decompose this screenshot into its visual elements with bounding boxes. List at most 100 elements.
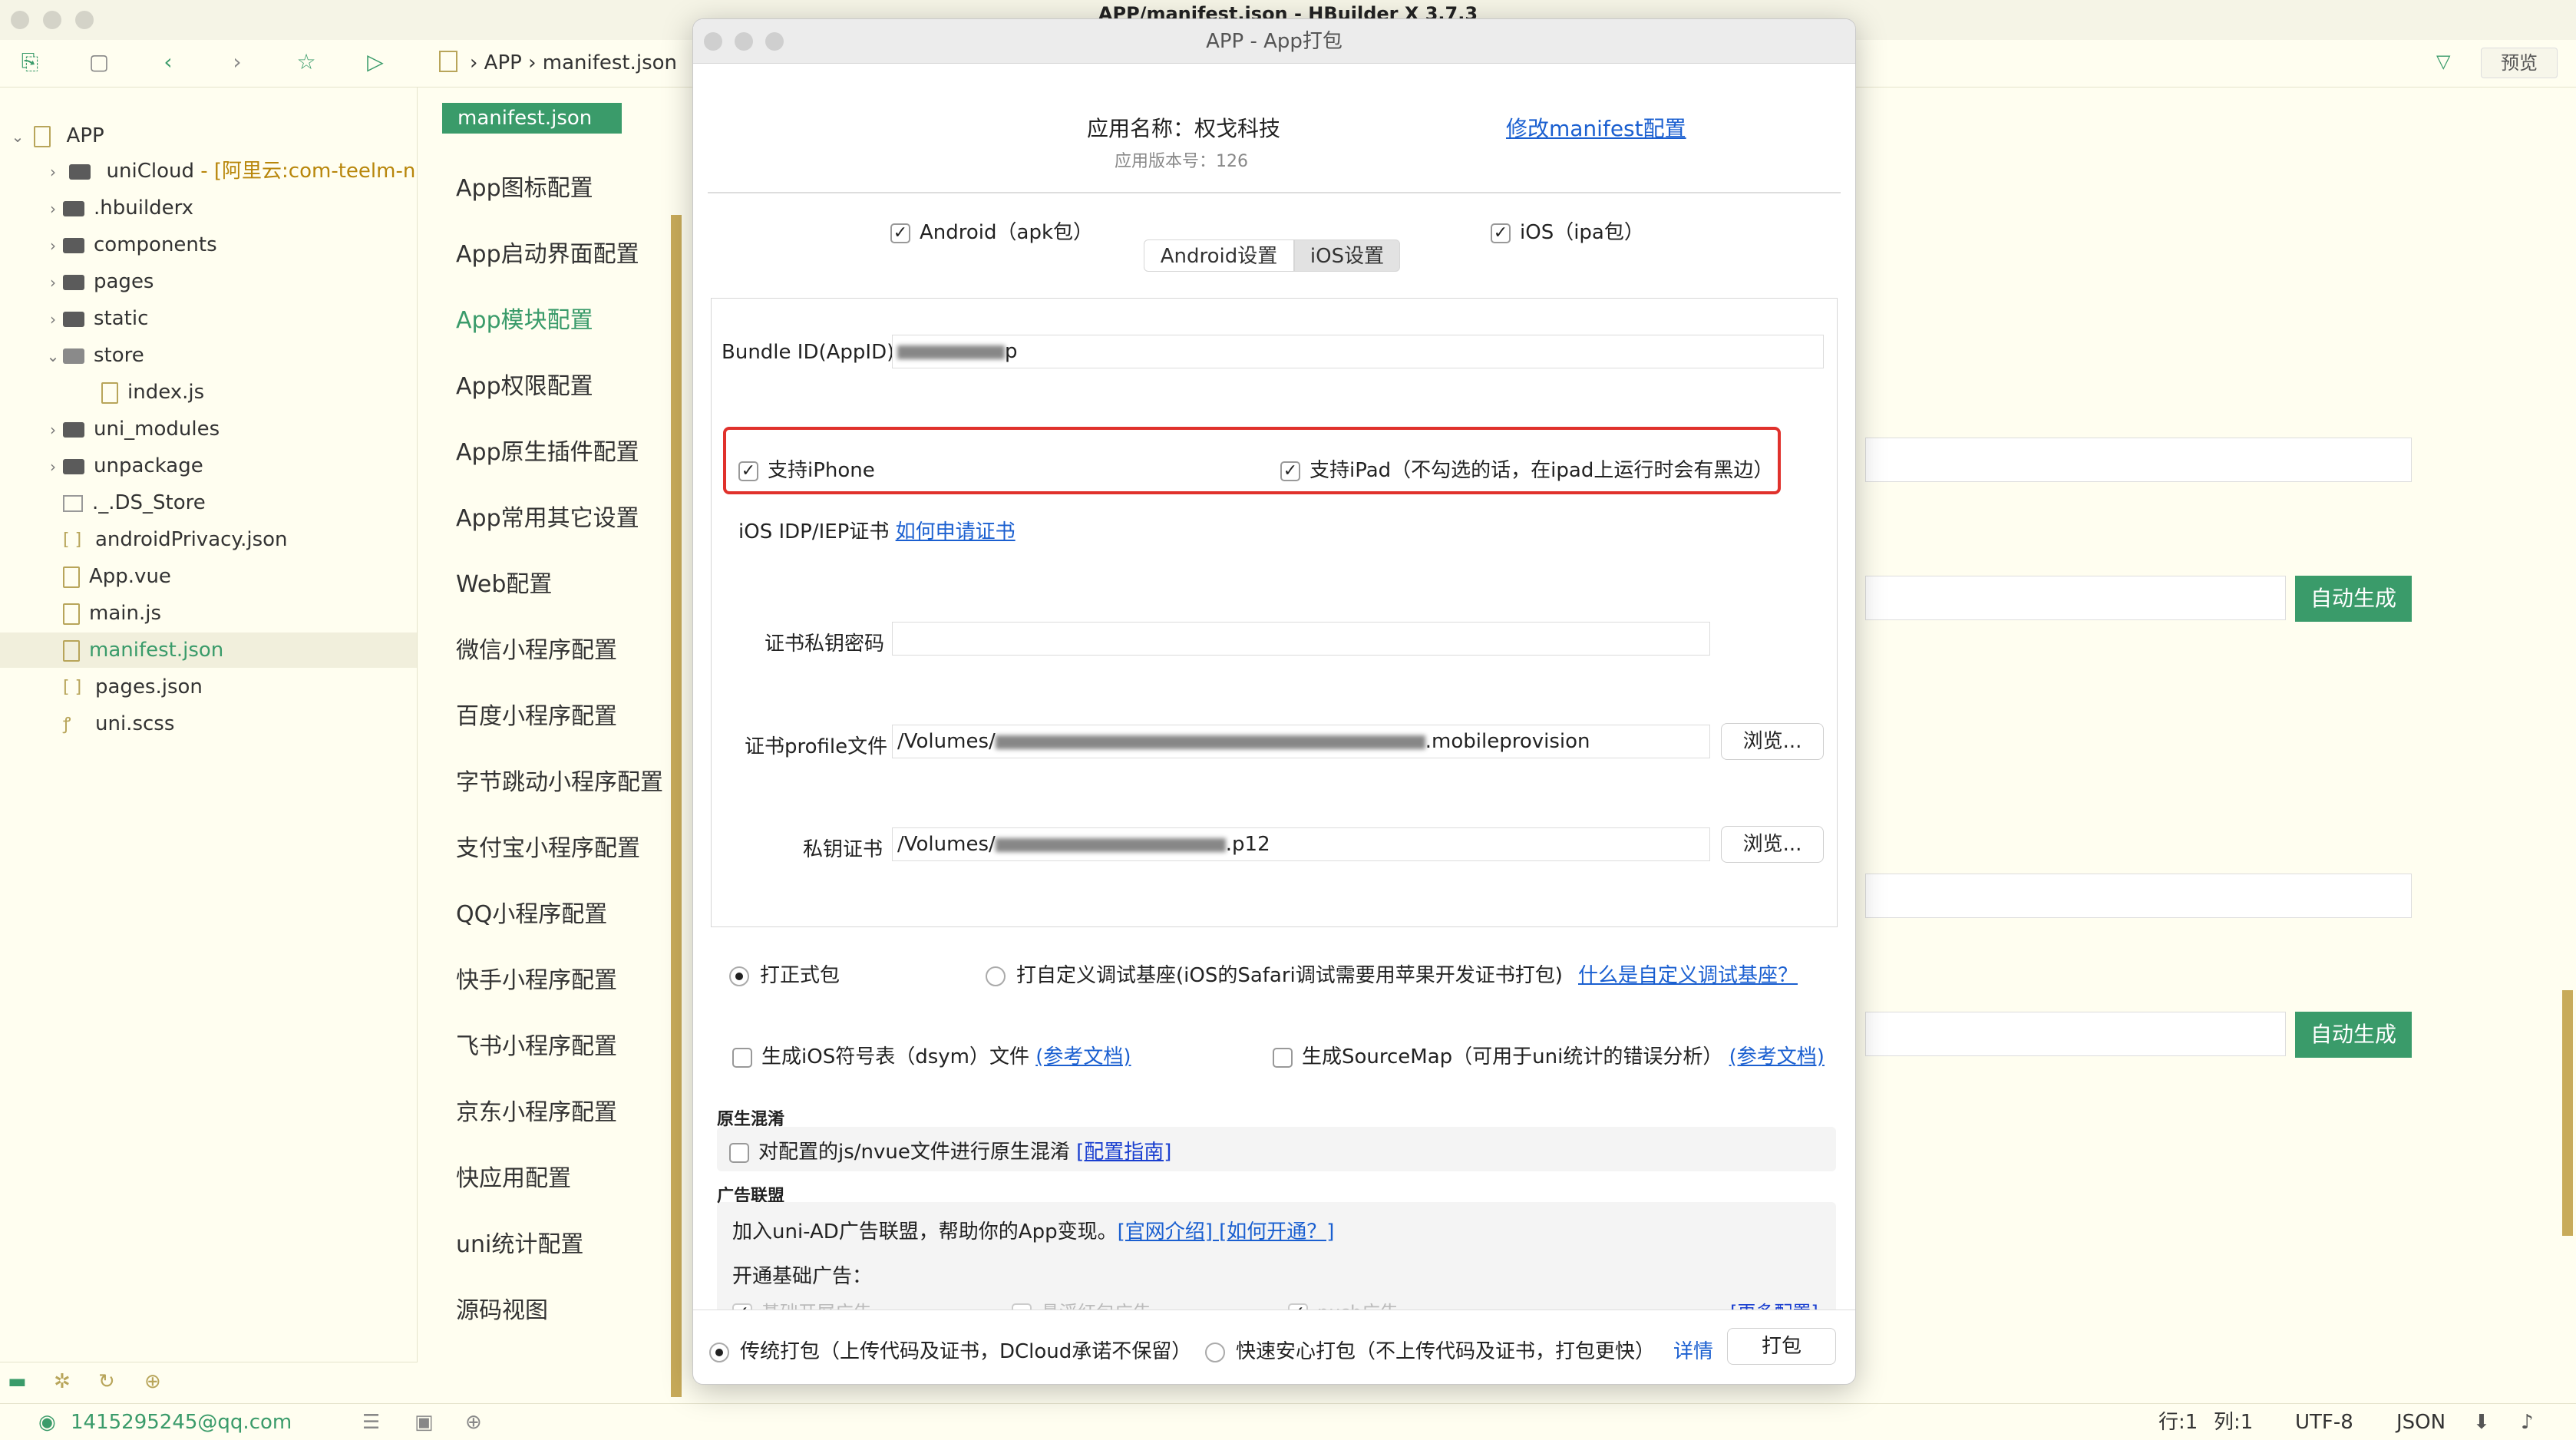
dialog-zoom-button[interactable] bbox=[765, 32, 784, 51]
sync-icon[interactable]: ↻ bbox=[98, 1370, 115, 1393]
preview-button[interactable]: 预览 bbox=[2481, 48, 2558, 78]
tree-root[interactable]: ⌄ APP bbox=[8, 118, 104, 154]
list-icon[interactable]: ☰ bbox=[362, 1404, 380, 1440]
terminal-icon[interactable]: ▣ bbox=[414, 1404, 434, 1440]
android-checkbox[interactable]: ✓ Android（apk包） bbox=[890, 216, 1093, 245]
pack-button[interactable]: 打包 bbox=[1727, 1328, 1836, 1365]
sourcemap-doc-link[interactable]: (参考文档) bbox=[1729, 1045, 1825, 1068]
tree-item-store[interactable]: ⌄ store bbox=[43, 338, 144, 373]
globe-icon[interactable]: ⊕ bbox=[144, 1370, 161, 1393]
tree-item-hbuilderx[interactable]: › .hbuilderx bbox=[43, 190, 193, 226]
tree-item-manifest[interactable]: manifest.json bbox=[0, 632, 417, 668]
config-item[interactable]: 字节跳动小程序配置 bbox=[456, 763, 663, 797]
ios-checkbox[interactable]: ✓ iOS（ipa包） bbox=[1491, 216, 1644, 245]
config-input[interactable] bbox=[1865, 874, 2412, 918]
encoding-label[interactable]: UTF-8 bbox=[2295, 1404, 2353, 1440]
config-item[interactable]: 源码视图 bbox=[456, 1291, 548, 1325]
checkbox-checked-icon: ✓ bbox=[1280, 461, 1300, 481]
download-icon[interactable]: ⬇ bbox=[2473, 1404, 2490, 1440]
tree-item-pages[interactable]: › pages bbox=[43, 264, 154, 299]
bell-icon[interactable]: ♪ bbox=[2521, 1404, 2534, 1440]
config-item[interactable]: 京东小程序配置 bbox=[456, 1093, 617, 1127]
tree-item-main-js[interactable]: main.js bbox=[63, 596, 161, 631]
config-input[interactable] bbox=[1865, 1012, 2286, 1056]
tree-item-app-vue[interactable]: App.vue bbox=[63, 559, 171, 594]
tab-ios-settings[interactable]: iOS设置 bbox=[1294, 239, 1400, 272]
auto-generate-button[interactable]: 自动生成 bbox=[2295, 1012, 2412, 1058]
profile-input[interactable]: /Volumes/ .mobileprovision bbox=[892, 725, 1710, 758]
language-label[interactable]: JSON bbox=[2396, 1404, 2446, 1440]
config-scrollbar[interactable] bbox=[671, 215, 682, 1397]
release-pack-radio[interactable]: 打正式包 bbox=[729, 959, 840, 988]
config-item[interactable]: App原生插件配置 bbox=[456, 433, 639, 467]
tree-item-unicloud[interactable]: › uniCloud - [阿里云:com-teelm-n bbox=[43, 154, 415, 189]
folder-icon[interactable]: ▬ bbox=[8, 1370, 27, 1393]
config-input[interactable] bbox=[1865, 576, 2286, 620]
config-input[interactable] bbox=[1865, 438, 2412, 482]
config-item[interactable]: 支付宝小程序配置 bbox=[456, 829, 640, 863]
traditional-pack-radio[interactable]: 传统打包（上传代码及证书，DCloud承诺不保留） bbox=[709, 1336, 1191, 1364]
tree-item-android-privacy[interactable]: [ ] androidPrivacy.json bbox=[63, 522, 288, 557]
config-item[interactable]: 微信小程序配置 bbox=[456, 631, 617, 665]
dsym-doc-link[interactable]: (参考文档) bbox=[1035, 1045, 1131, 1068]
tree-item-index-js[interactable]: index.js bbox=[101, 375, 204, 410]
custom-base-radio[interactable]: 打自定义调试基座(iOS的Safari调试需要用苹果开发证书打包) bbox=[986, 959, 1563, 988]
support-ipad-checkbox[interactable]: ✓ 支持iPad（不勾选的话，在ipad上运行时会有黑边） bbox=[1280, 454, 1773, 483]
star-icon[interactable]: ☆ bbox=[293, 49, 319, 75]
obfuscation-guide-link[interactable]: [配置指南] bbox=[1076, 1141, 1171, 1164]
globe-icon[interactable]: ⊕ bbox=[465, 1404, 482, 1440]
support-iphone-checkbox[interactable]: ✓ 支持iPhone bbox=[738, 454, 875, 483]
bug-icon[interactable]: ✲ bbox=[54, 1370, 71, 1393]
config-item[interactable]: Web配置 bbox=[456, 565, 552, 599]
breadcrumb-file[interactable]: manifest.json bbox=[543, 51, 677, 74]
bundle-id-input[interactable]: p bbox=[892, 335, 1824, 368]
obfuscation-checkbox[interactable]: 对配置的js/nvue文件进行原生混淆 [配置指南] bbox=[729, 1136, 1171, 1164]
save-icon[interactable]: ▢ bbox=[86, 49, 112, 75]
editor-scrollbar[interactable] bbox=[2562, 990, 2573, 1236]
private-cert-input[interactable]: /Volumes/ .p12 bbox=[892, 827, 1710, 861]
config-item[interactable]: uni统计配置 bbox=[456, 1225, 583, 1259]
browse-private-cert-button[interactable]: 浏览... bbox=[1721, 826, 1824, 863]
browse-profile-button[interactable]: 浏览... bbox=[1721, 723, 1824, 760]
what-is-custom-base-link[interactable]: 什么是自定义调试基座？ bbox=[1578, 959, 1798, 988]
dialog-minimize-button[interactable] bbox=[735, 32, 753, 51]
tree-item-static[interactable]: › static bbox=[43, 301, 148, 336]
config-item[interactable]: 快手小程序配置 bbox=[456, 961, 617, 995]
config-item[interactable]: App权限配置 bbox=[456, 367, 593, 401]
config-item[interactable]: App常用其它设置 bbox=[456, 499, 639, 533]
config-item[interactable]: 飞书小程序配置 bbox=[456, 1027, 617, 1061]
key-password-input[interactable] bbox=[892, 622, 1710, 656]
tree-item-uni-scss[interactable]: ꝭ uni.scss bbox=[63, 706, 174, 741]
ad-links[interactable]: [官网介绍] [如何开通？] bbox=[1118, 1220, 1335, 1243]
auto-generate-button[interactable]: 自动生成 bbox=[2295, 576, 2412, 622]
config-item[interactable]: App图标配置 bbox=[456, 169, 593, 203]
config-item[interactable]: 快应用配置 bbox=[456, 1159, 571, 1193]
config-item-active[interactable]: App模块配置 bbox=[456, 301, 593, 335]
tab-android-settings[interactable]: Android设置 bbox=[1144, 239, 1294, 272]
fast-pack-radio[interactable]: 快速安心打包（不上传代码及证书，打包更快） bbox=[1205, 1336, 1655, 1364]
details-link[interactable]: 详情 bbox=[1673, 1336, 1713, 1364]
dsym-checkbox[interactable]: 生成iOS符号表（dsym）文件 (参考文档) bbox=[732, 1041, 1131, 1069]
config-item[interactable]: App启动界面配置 bbox=[456, 235, 639, 269]
how-to-apply-cert-link[interactable]: 如何申请证书 bbox=[896, 520, 1016, 543]
breadcrumb-app[interactable]: APP bbox=[484, 51, 522, 74]
sourcemap-checkbox[interactable]: 生成SourceMap（可用于uni统计的错误分析） (参考文档) bbox=[1273, 1041, 1825, 1069]
tree-item-components[interactable]: › components bbox=[43, 227, 217, 263]
tree-item-unpackage[interactable]: › unpackage bbox=[43, 448, 203, 484]
back-icon[interactable]: ‹ bbox=[155, 49, 181, 75]
forward-icon[interactable]: › bbox=[224, 49, 250, 75]
tree-item-pages-json[interactable]: [ ] pages.json bbox=[63, 669, 203, 705]
user-icon[interactable]: ◉ bbox=[38, 1404, 56, 1440]
filter-icon[interactable]: ▽ bbox=[2436, 51, 2450, 72]
tree-item-ds-store[interactable]: ._.DS_Store bbox=[63, 485, 206, 520]
manifest-tab[interactable]: manifest.json bbox=[442, 103, 622, 134]
tree-item-uni-modules[interactable]: › uni_modules bbox=[43, 411, 220, 447]
run-icon[interactable]: ▷ bbox=[362, 49, 388, 75]
dialog-close-button[interactable] bbox=[704, 32, 722, 51]
checkbox-checked-icon: ✓ bbox=[738, 461, 758, 481]
config-item[interactable]: 百度小程序配置 bbox=[456, 697, 617, 731]
new-file-icon[interactable]: ⎘ bbox=[17, 49, 43, 75]
account-label[interactable]: 1415295245@qq.com bbox=[71, 1404, 292, 1440]
config-item[interactable]: QQ小程序配置 bbox=[456, 895, 607, 929]
modify-manifest-link[interactable]: 修改manifest配置 bbox=[1506, 112, 1686, 143]
